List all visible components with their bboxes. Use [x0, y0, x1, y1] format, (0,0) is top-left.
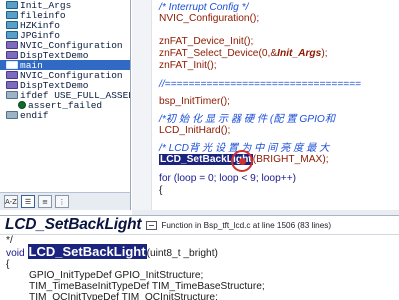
function-icon: [6, 81, 18, 89]
context-symbol-info: Function in Bsp_tft_lcd.c at line 1506 (…: [161, 220, 332, 230]
variable-icon: [6, 11, 18, 19]
symbol-item[interactable]: Init_Args: [0, 0, 130, 11]
symbol-item[interactable]: JPGinfo: [0, 30, 130, 41]
code-line: znFAT_Select_Device(0,&Init_Args);: [159, 48, 328, 60]
context-line: TIM_TimeBaseInitTypeDef TIM_TimeBaseStru…: [29, 281, 265, 292]
editor-gutter: [132, 0, 152, 210]
category-view-icon[interactable]: ≡: [38, 195, 52, 208]
context-line: {: [6, 259, 9, 270]
symbol-item[interactable]: NVIC_Configuration: [0, 70, 130, 81]
macro-icon: [6, 111, 18, 119]
symbol-item[interactable]: HZKinfo: [0, 20, 130, 31]
context-line: */: [6, 235, 13, 246]
code-text: );: [321, 48, 328, 59]
code-line: NVIC_Configuration();: [159, 13, 260, 24]
context-line: GPIO_InitTypeDef GPIO_InitStructure;: [29, 270, 203, 281]
symbol-label: endif: [20, 109, 49, 121]
context-line: void LCD_SetBackLight(uint8_t _bright): [6, 244, 218, 259]
variable-icon: [6, 1, 18, 9]
context-window-header: LCD_SetBackLight Function in Bsp_tft_lcd…: [0, 215, 399, 235]
symbol-window: Init_Args fileinfo HZKinfo JPGinfo NVIC_…: [0, 0, 131, 192]
context-text: TIM_OCInitTypeDef TIM_OCInitStructure;: [29, 292, 218, 300]
tree-view-icon[interactable]: ⋮: [55, 195, 69, 208]
context-text: GPIO_InitTypeDef GPIO_InitStructure;: [29, 270, 204, 281]
list-view-icon[interactable]: ☰: [21, 195, 35, 208]
symbol-item[interactable]: ifdef USE_FULL_ASSERT: [0, 90, 130, 101]
function-icon: [18, 101, 26, 109]
sort-az-button[interactable]: A-Z: [4, 195, 18, 208]
symbol-item[interactable]: DispTextDemo: [0, 80, 130, 91]
code-line: {: [159, 185, 163, 196]
code-line: //=================================: [159, 79, 361, 90]
code-editor[interactable]: /* Interrupt Config */ NVIC_Configuratio…: [132, 0, 399, 210]
code-text: znFAT_Select_Device(0,&: [159, 48, 278, 59]
code-line: znFAT_Device_Init();: [159, 36, 254, 47]
code-line: for (loop = 0; loop < 9; loop++): [159, 173, 297, 184]
context-line: TIM_OCInitTypeDef TIM_OCInitStructure;: [29, 292, 218, 300]
function-icon: [6, 51, 18, 59]
context-text: void: [6, 248, 28, 259]
symbol-item[interactable]: endif: [0, 109, 130, 121]
code-line: bsp_InitTimer();: [159, 96, 230, 107]
code-line: LCD_InitHard();: [159, 125, 231, 136]
function-icon: [6, 71, 18, 79]
context-text: (uint8_t _bright): [146, 248, 218, 259]
symbol-item[interactable]: NVIC_Configuration: [0, 40, 130, 51]
context-text: */: [6, 235, 13, 246]
code-text: (BRIGHT_MAX);: [252, 154, 329, 165]
context-text: {: [6, 259, 10, 270]
function-icon: [6, 61, 18, 69]
symbol-item[interactable]: DispTextDemo: [0, 50, 130, 61]
context-symbol-name: LCD_SetBackLight: [5, 216, 142, 233]
code-line: znFAT_Init();: [159, 60, 217, 71]
variable-icon: [6, 31, 18, 39]
mouse-cursor-dot: [239, 158, 246, 165]
code-param: Init_Args: [277, 48, 322, 59]
macro-icon: [6, 91, 18, 99]
context-window[interactable]: */ void LCD_SetBackLight(uint8_t _bright…: [0, 235, 399, 300]
symbol-item-selected[interactable]: main: [0, 60, 130, 71]
variable-icon: [6, 21, 18, 29]
symbol-item[interactable]: assert_failed: [0, 100, 130, 111]
symbol-toolbar: A-Z ☰ ≡ ⋮: [0, 192, 131, 210]
context-selected-symbol[interactable]: LCD_SetBackLight: [27, 244, 147, 259]
function-icon: [6, 41, 18, 49]
window-icon: [146, 220, 158, 230]
symbol-item[interactable]: fileinfo: [0, 10, 130, 21]
context-text: TIM_TimeBaseInitTypeDef TIM_TimeBaseStru…: [29, 281, 265, 292]
